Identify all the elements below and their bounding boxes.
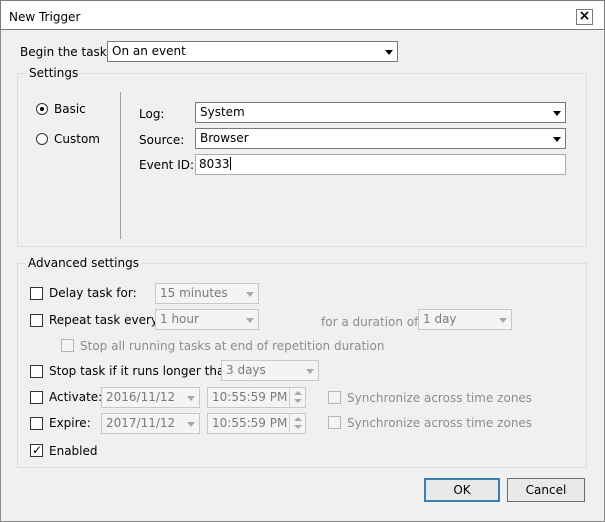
- chevron-down-icon: [385, 50, 393, 55]
- begin-task-value: On an event: [112, 44, 186, 58]
- log-value: System: [200, 105, 245, 119]
- duration-label: for a duration of:: [321, 315, 422, 329]
- expire-label[interactable]: Expire:: [49, 416, 91, 430]
- source-label: Source:: [139, 133, 185, 147]
- begin-task-label: Begin the task:: [20, 45, 111, 59]
- chevron-down-icon: [187, 422, 195, 427]
- close-icon: ×: [578, 8, 591, 24]
- ok-button[interactable]: OK: [424, 478, 500, 502]
- basic-radio-label[interactable]: Basic: [54, 102, 86, 116]
- chevron-down-icon: [553, 111, 561, 116]
- settings-divider: [120, 92, 121, 239]
- log-select[interactable]: System: [195, 102, 566, 123]
- spin-down-icon: [294, 425, 302, 429]
- expire-time-spinner[interactable]: 10:55:59 PM: [207, 413, 306, 434]
- event-id-value: 8033: [199, 157, 230, 171]
- activate-time-value: 10:55:59 PM: [212, 390, 288, 404]
- basic-radio[interactable]: [36, 103, 48, 115]
- expire-date-value: 2017/11/12: [106, 416, 176, 430]
- chevron-down-icon: [187, 396, 195, 401]
- enabled-label[interactable]: Enabled: [49, 444, 98, 458]
- custom-radio[interactable]: [36, 133, 48, 145]
- checkmark-icon: ✓: [32, 443, 43, 457]
- repeat-task-value: 1 hour: [160, 312, 199, 326]
- stop-longer-value: 3 days: [226, 363, 266, 377]
- text-caret: [229, 157, 231, 170]
- stop-longer-checkbox[interactable]: [30, 365, 43, 378]
- repeat-task-checkbox[interactable]: [30, 314, 43, 327]
- source-select[interactable]: Browser: [195, 128, 566, 149]
- spin-buttons[interactable]: [289, 414, 305, 433]
- duration-select[interactable]: 1 day: [418, 309, 512, 330]
- chevron-down-icon: [246, 318, 254, 323]
- close-button[interactable]: ×: [576, 9, 593, 25]
- delay-task-value: 15 minutes: [160, 286, 228, 300]
- spin-up-icon: [294, 391, 302, 395]
- repeat-task-label[interactable]: Repeat task every:: [49, 313, 161, 327]
- enabled-checkbox[interactable]: ✓: [30, 443, 43, 457]
- expire-checkbox[interactable]: [30, 417, 43, 430]
- log-label: Log:: [139, 107, 165, 121]
- expire-sync-checkbox[interactable]: [328, 416, 341, 429]
- activate-checkbox[interactable]: [30, 391, 43, 404]
- expire-date-picker[interactable]: 2017/11/12: [101, 413, 200, 434]
- event-id-label: Event ID:: [139, 158, 195, 172]
- begin-task-select[interactable]: On an event: [107, 41, 398, 62]
- chevron-down-icon: [499, 318, 507, 323]
- window-title: New Trigger: [9, 10, 81, 24]
- source-value: Browser: [200, 131, 249, 145]
- repeat-task-select[interactable]: 1 hour: [155, 309, 259, 330]
- stop-longer-label[interactable]: Stop task if it runs longer than:: [49, 364, 236, 378]
- activate-time-spinner[interactable]: 10:55:59 PM: [207, 387, 306, 408]
- stop-all-label: Stop all running tasks at end of repetit…: [80, 339, 385, 353]
- stop-all-checkbox[interactable]: [61, 339, 74, 352]
- expire-sync-label: Synchronize across time zones: [347, 416, 533, 430]
- chevron-down-icon: [306, 369, 314, 374]
- stop-longer-select[interactable]: 3 days: [221, 360, 319, 381]
- spin-up-icon: [294, 417, 302, 421]
- activate-sync-label: Synchronize across time zones: [347, 391, 533, 405]
- activate-date-value: 2016/11/12: [106, 390, 176, 404]
- cancel-button[interactable]: Cancel: [507, 478, 585, 502]
- spin-down-icon: [294, 399, 302, 403]
- delay-task-label[interactable]: Delay task for:: [49, 286, 137, 300]
- activate-sync-checkbox[interactable]: [328, 391, 341, 404]
- delay-task-select[interactable]: 15 minutes: [155, 283, 259, 304]
- activate-label[interactable]: Activate:: [49, 390, 102, 404]
- advanced-settings-title: Advanced settings: [25, 256, 142, 270]
- settings-group-title: Settings: [26, 66, 82, 80]
- expire-time-value: 10:55:59 PM: [212, 416, 288, 430]
- chevron-down-icon: [553, 137, 561, 142]
- radio-selected-dot: [40, 107, 44, 111]
- chevron-down-icon: [246, 292, 254, 297]
- spin-buttons[interactable]: [289, 388, 305, 407]
- delay-task-checkbox[interactable]: [30, 287, 43, 300]
- title-bar: [0, 0, 605, 30]
- activate-date-picker[interactable]: 2016/11/12: [101, 387, 200, 408]
- event-id-field[interactable]: 8033: [195, 154, 566, 175]
- duration-value: 1 day: [423, 312, 457, 326]
- custom-radio-label[interactable]: Custom: [54, 132, 100, 146]
